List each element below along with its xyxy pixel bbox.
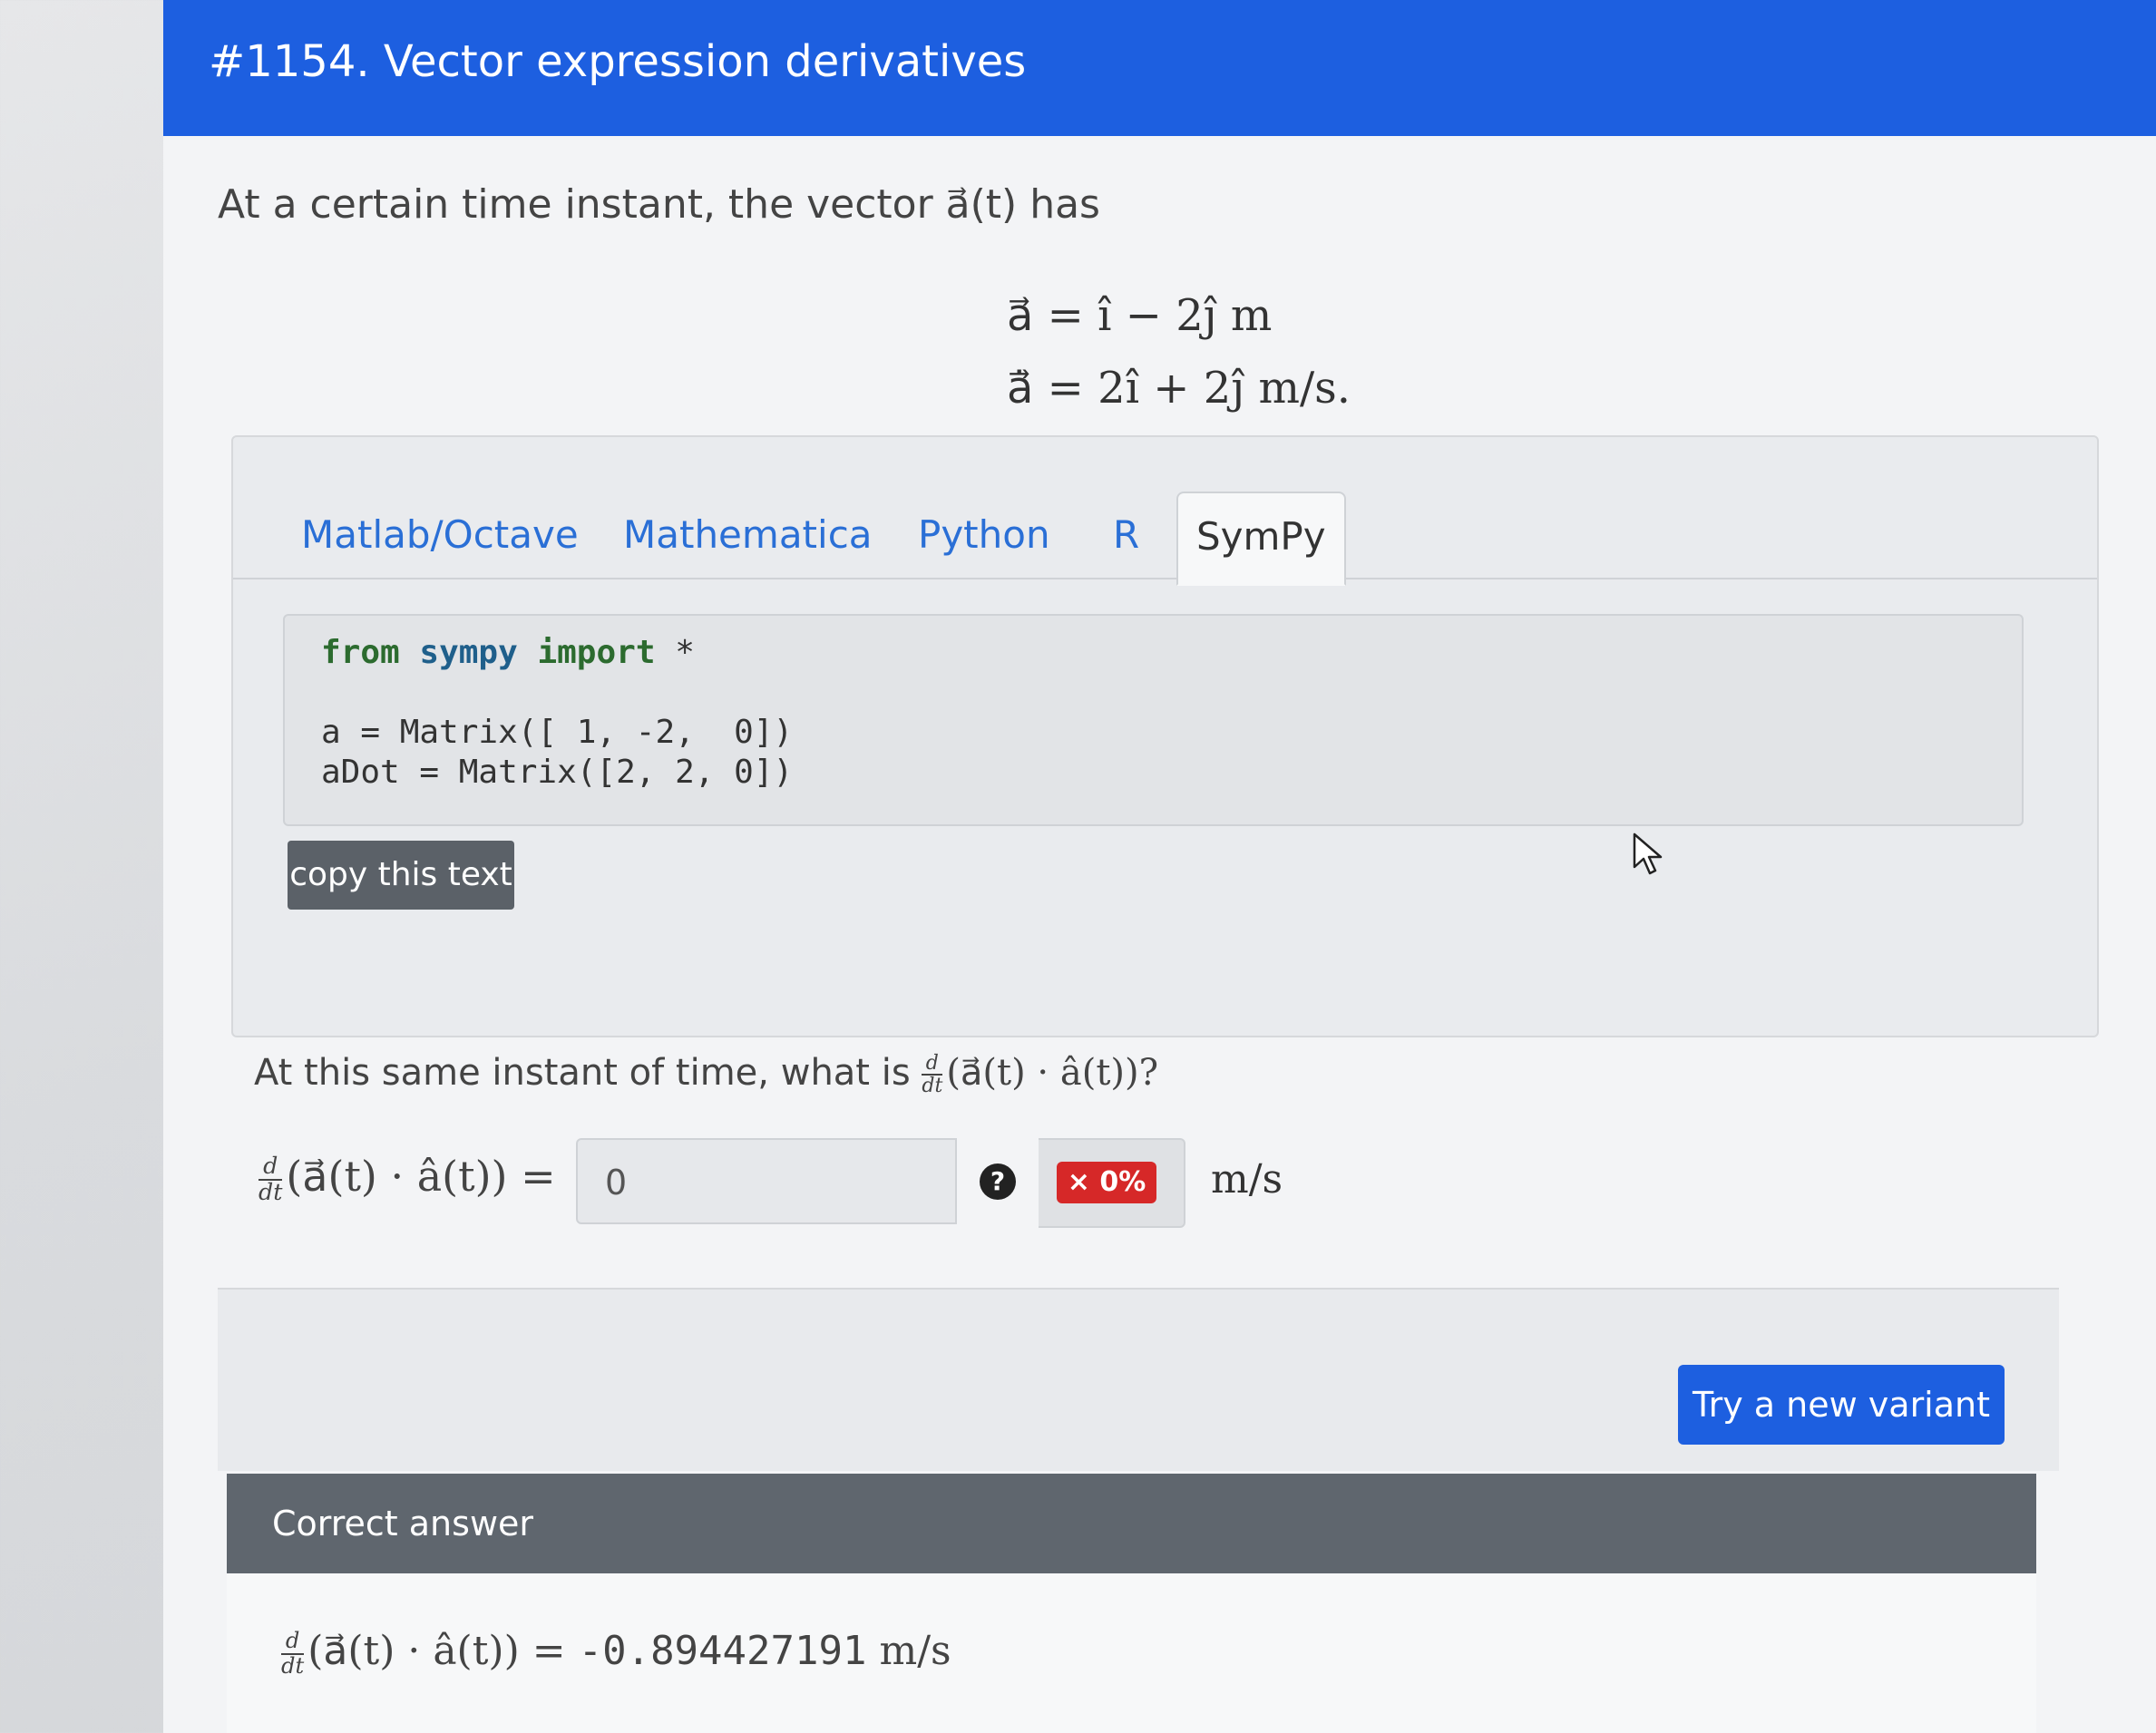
question-expr: (a⃗(t) · â(t))? xyxy=(946,1052,1159,1094)
code-star: * xyxy=(675,634,695,671)
correct-answer-expr: d dt (a⃗(t) · â(t)) = -0.894427191 m/s xyxy=(281,1628,951,1678)
frac-bottom: dt xyxy=(922,1075,943,1097)
code-keyword-from: from xyxy=(321,634,400,671)
correct-derivative-frac: d dt xyxy=(281,1629,305,1679)
correct-value: -0.894427191 xyxy=(578,1628,867,1674)
tab-mathematica[interactable]: Mathematica xyxy=(605,492,891,578)
intro-text: At a certain time instant, the vector a⃗… xyxy=(218,181,1100,228)
tab-python[interactable]: Python xyxy=(900,492,1068,578)
frac-bottom: dt xyxy=(281,1652,305,1679)
correct-answer-body: d dt (a⃗(t) · â(t)) = -0.894427191 m/s xyxy=(227,1573,2036,1733)
correct-units: m/s xyxy=(879,1628,951,1674)
code-line-adot: aDot = Matrix([2, 2, 0]) xyxy=(321,754,794,791)
tab-sympy[interactable]: SymPy xyxy=(1176,492,1346,586)
code-block[interactable]: from sympy import * a = Matrix([ 1, -2, … xyxy=(283,614,2024,826)
code-keyword-import: import xyxy=(537,634,656,671)
card-header: #1154. Vector expression derivatives xyxy=(163,0,2156,136)
mouse-pointer-icon xyxy=(1633,832,1663,875)
code-line-a: a = Matrix([ 1, -2, 0]) xyxy=(321,714,794,751)
question-derivative-frac: d dt xyxy=(922,1053,943,1097)
tab-r[interactable]: R xyxy=(1095,492,1157,578)
equation-velocity: a⃗̇ = 2ı̂ + 2ȷ̂ m/s. xyxy=(1007,363,1351,414)
help-icon[interactable]: ? xyxy=(980,1163,1016,1200)
frac-top: d xyxy=(281,1629,305,1655)
page-title: #1154. Vector expression derivatives xyxy=(209,36,1027,87)
code-module: sympy xyxy=(419,634,518,671)
answer-input[interactable]: 0 xyxy=(576,1138,957,1224)
language-tabs: Matlab/Octave Mathematica Python R SymPy xyxy=(233,492,2097,586)
try-new-variant-button[interactable]: Try a new variant xyxy=(1678,1365,2005,1445)
frac-top: d xyxy=(922,1053,943,1076)
answer-lhs: d dt (a⃗(t) · â(t)) = xyxy=(259,1152,556,1205)
code-panel: Matlab/Octave Mathematica Python R SymPy… xyxy=(231,435,2099,1037)
answer-derivative-frac: d dt xyxy=(259,1154,283,1205)
question-prefix: At this same instant of time, what is xyxy=(254,1052,911,1094)
answer-units: m/s xyxy=(1211,1156,1283,1202)
answer-lhs-expr: (a⃗(t) · â(t)) = xyxy=(286,1152,556,1201)
frac-top: d xyxy=(259,1154,283,1181)
tab-matlab-octave[interactable]: Matlab/Octave xyxy=(283,492,597,578)
grade-badge: × 0% xyxy=(1057,1162,1156,1203)
equation-position: a⃗ = ı̂ − 2ȷ̂ m xyxy=(1007,290,1273,341)
question-text: At this same instant of time, what is dd… xyxy=(254,1052,1158,1096)
answer-row: d dt (a⃗(t) · â(t)) = 0 ? × 0% m/s xyxy=(259,1138,1619,1229)
frac-bottom: dt xyxy=(259,1179,283,1205)
grade-box: × 0% xyxy=(1039,1138,1185,1228)
correct-answer-header: Correct answer xyxy=(227,1474,2036,1573)
copy-text-button[interactable]: copy this text xyxy=(288,841,514,910)
correct-lhs: (a⃗(t) · â(t)) = xyxy=(307,1628,566,1674)
code-line-import: from sympy import * xyxy=(321,634,695,671)
